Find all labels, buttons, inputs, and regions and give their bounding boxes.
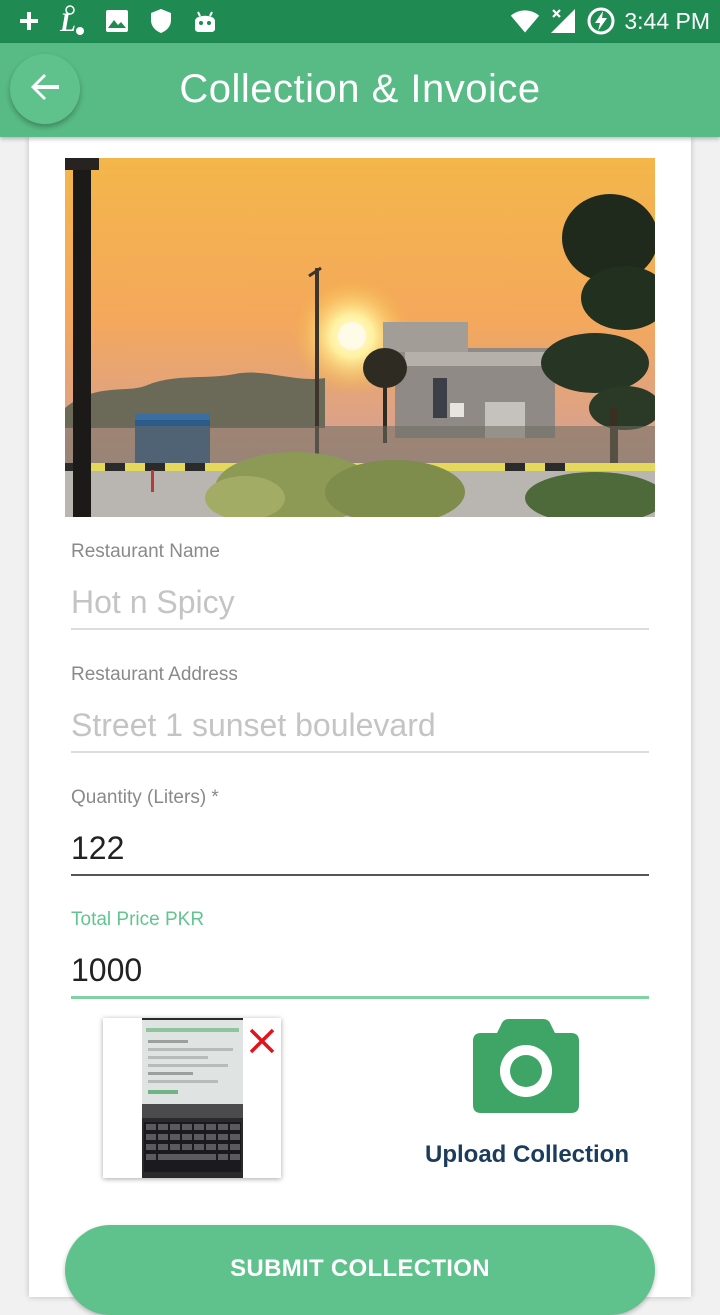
restaurant-address-underline xyxy=(71,751,649,753)
page-title: Collection & Invoice xyxy=(179,67,541,111)
total-price-underline xyxy=(71,996,649,999)
status-bar-notifications: L xyxy=(14,5,220,37)
wifi-icon xyxy=(510,6,540,36)
quantity-input[interactable]: 122 xyxy=(71,830,649,870)
total-price-input[interactable]: 1000 xyxy=(71,952,649,992)
android-icon xyxy=(190,6,220,36)
restaurant-name-label: Restaurant Name xyxy=(71,541,220,562)
upload-collection-label: Upload Collection xyxy=(425,1141,629,1168)
status-bar: L 3:44 PM xyxy=(0,0,720,43)
quantity-field[interactable]: Quantity (Liters) * 122 xyxy=(71,787,649,876)
upload-collection-button[interactable]: Upload Collection xyxy=(412,1017,642,1177)
collection-form-card: Restaurant Name Hot n Spicy Restaurant A… xyxy=(29,137,691,1315)
submit-collection-label: SUBMIT COLLECTION xyxy=(230,1255,490,1282)
restaurant-address-field: Restaurant Address Street 1 sunset boule… xyxy=(71,664,649,753)
close-icon xyxy=(247,1028,277,1060)
status-bar-time: 3:44 PM xyxy=(624,8,710,34)
attachment-thumbnail[interactable] xyxy=(103,1018,281,1178)
status-bar-system: 3:44 PM xyxy=(510,5,710,37)
restaurant-address-value: Street 1 sunset boulevard xyxy=(71,707,436,743)
quantity-underline xyxy=(71,874,649,876)
camera-icon xyxy=(471,1017,581,1122)
total-price-label: Total Price PKR xyxy=(71,909,205,930)
quantity-label: Quantity (Liters) * xyxy=(71,787,219,808)
attachment-photo xyxy=(142,1018,243,1178)
plus-icon xyxy=(14,6,44,36)
signal-icon xyxy=(548,6,578,36)
restaurant-name-field: Restaurant Name Hot n Spicy xyxy=(71,541,649,630)
image-icon xyxy=(102,6,132,36)
app-bar: Collection & Invoice xyxy=(0,43,720,137)
remove-attachment-button[interactable] xyxy=(247,1026,277,1056)
submit-collection-button[interactable]: SUBMIT COLLECTION xyxy=(65,1225,655,1315)
app-l-icon: L xyxy=(58,5,88,37)
restaurant-address-label: Restaurant Address xyxy=(71,664,238,685)
battery-charging-icon xyxy=(586,6,616,36)
restaurant-name-value: Hot n Spicy xyxy=(71,584,235,620)
restaurant-name-underline xyxy=(71,628,649,630)
total-price-field[interactable]: Total Price PKR 1000 xyxy=(71,909,649,999)
shield-icon xyxy=(146,6,176,36)
restaurant-photo xyxy=(65,158,655,517)
